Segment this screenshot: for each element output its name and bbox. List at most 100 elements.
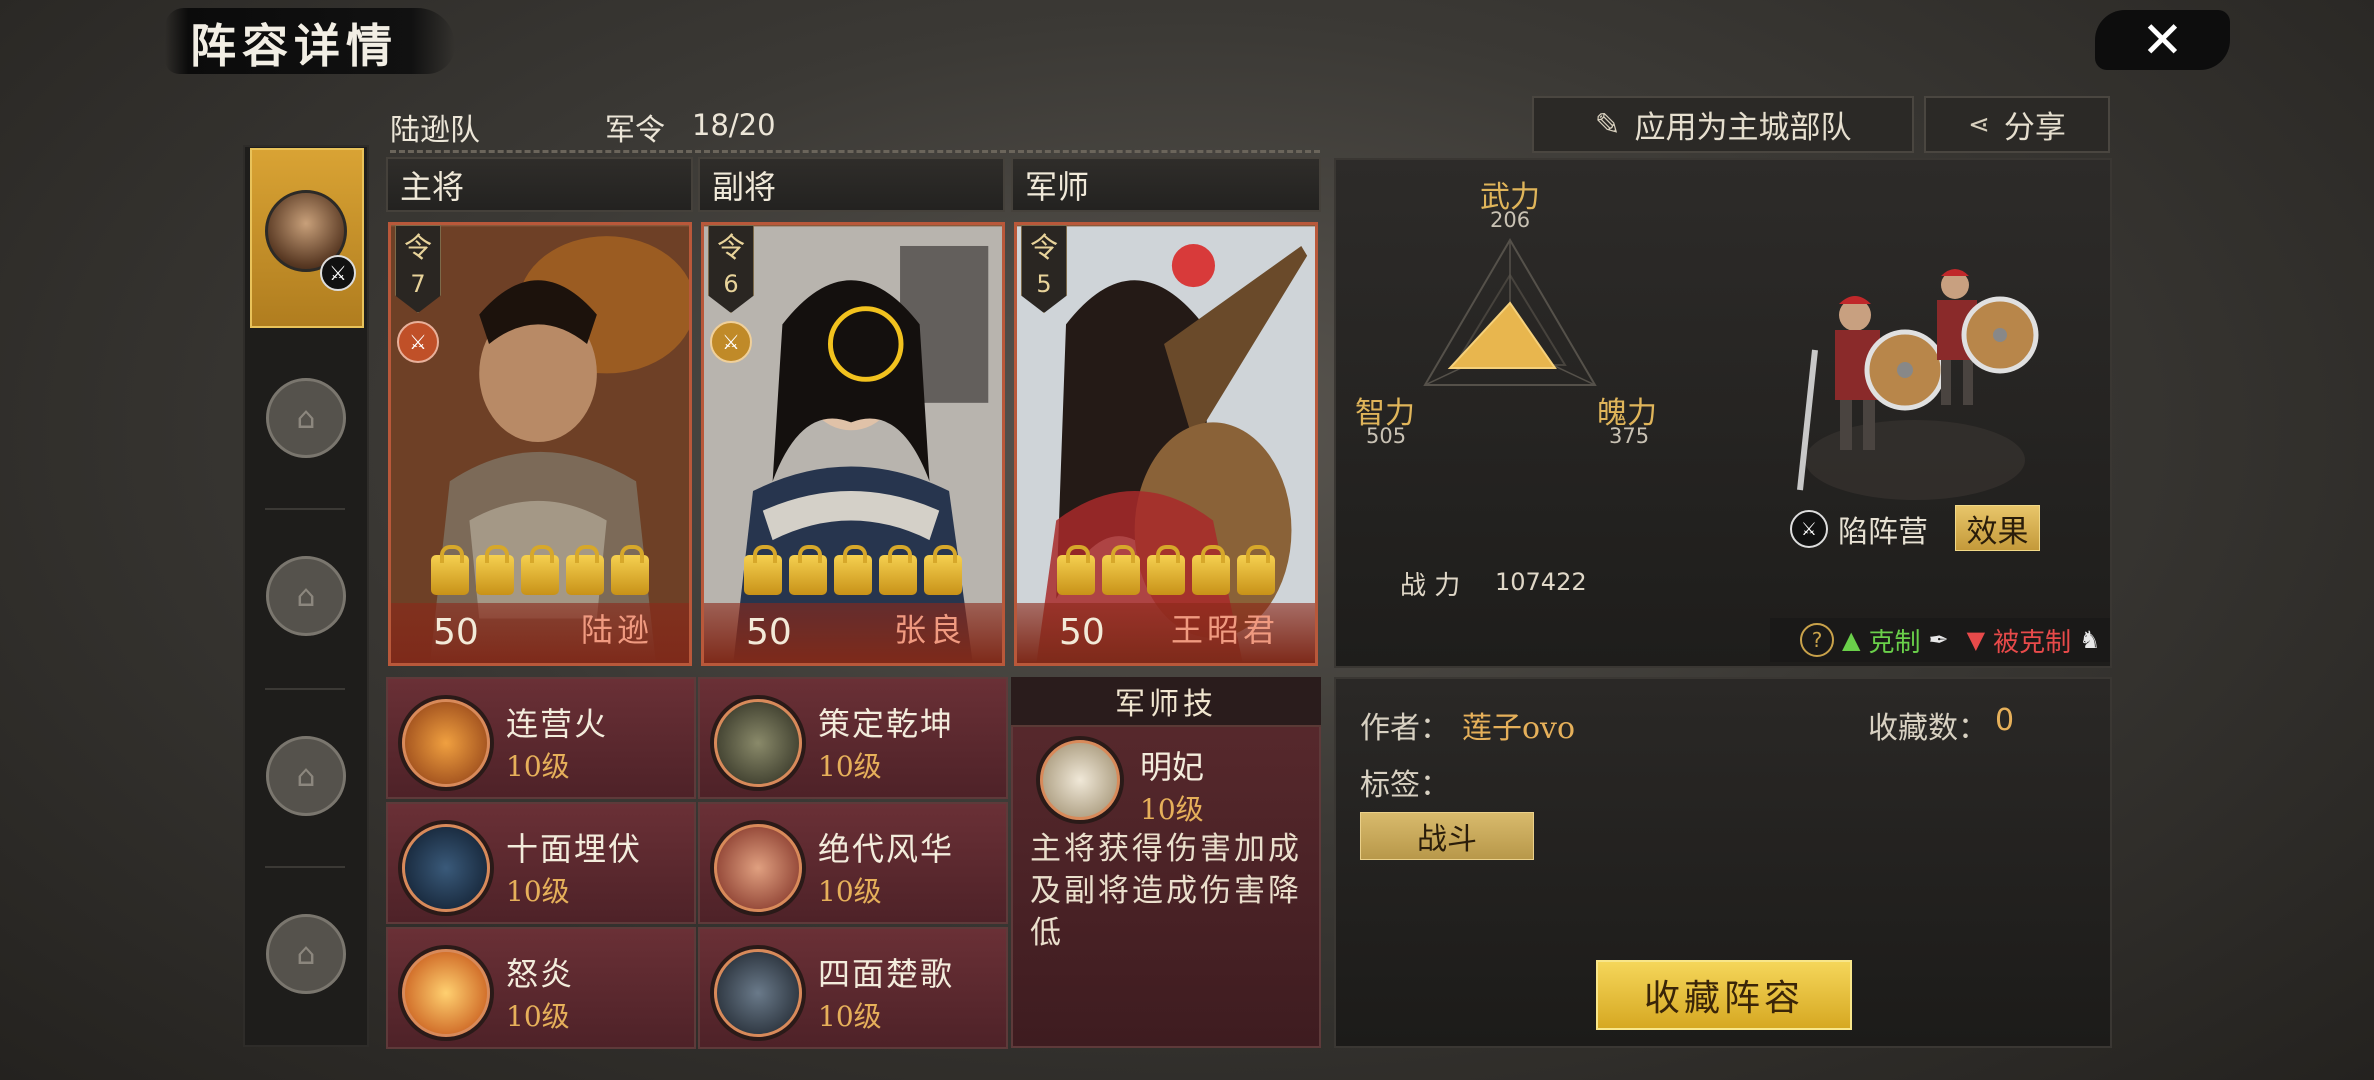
empty-slot-lock-icon[interactable]: ⌂	[266, 736, 346, 816]
strategist-skill-level: 10级	[1140, 793, 1204, 826]
cost-flag: 令 7	[395, 225, 441, 313]
cost-value: 7	[410, 270, 426, 298]
cost-flag-label: 令	[716, 231, 745, 264]
star-locks	[431, 545, 649, 595]
star-lock-icon	[1057, 545, 1095, 595]
skill-level: 10级	[818, 1000, 882, 1033]
page-title: 阵容详情	[190, 19, 398, 73]
hero-card-main[interactable]: 令 7 ⚔ 50 陆逊	[388, 222, 692, 666]
force-value: 206	[1490, 208, 1531, 232]
cost-flag-label: 令	[403, 231, 432, 264]
star-lock-icon	[566, 545, 604, 595]
star-lock-icon	[834, 545, 872, 595]
strategist-skill-icon	[1040, 740, 1120, 820]
troop-name: 陷阵营	[1838, 515, 1928, 550]
hero-name: 陆逊	[580, 611, 653, 649]
siege-song-skill-icon	[714, 949, 802, 1037]
troop-type-icon: ⚔	[320, 255, 356, 291]
skill-name: 四面楚歌	[818, 955, 955, 993]
troop-type-icon: ⚔	[1790, 510, 1828, 548]
hero-level: 50	[746, 612, 792, 653]
empty-slot-lock-icon[interactable]: ⌂	[266, 556, 346, 636]
hero-level: 50	[433, 612, 479, 653]
star-lock-icon	[431, 545, 469, 595]
slot-divider	[265, 508, 345, 510]
favorite-count-value: 0	[1995, 703, 2015, 738]
empty-slot-lock-icon[interactable]: ⌂	[266, 914, 346, 994]
hero-card-strategist[interactable]: 令 5 50 王昭君	[1014, 222, 1318, 666]
skill-slot[interactable]: 十面埋伏 10级	[386, 802, 696, 924]
cavalry-icon: ♞	[2079, 626, 2101, 654]
skill-level: 10级	[506, 1000, 570, 1033]
sword-icon: ⚔	[397, 321, 439, 363]
countered-label: 被克制	[1993, 627, 2072, 658]
skill-name: 十面埋伏	[506, 830, 643, 868]
counters-label: 克制	[1868, 627, 1921, 658]
counter-down-arrow-icon: ▼	[1966, 626, 1986, 654]
strategist-skill-description: 主将获得伤害加成及副将造成伤害降低	[1030, 831, 1302, 951]
slot-divider	[265, 688, 345, 690]
author-value: 莲子ovo	[1462, 711, 1576, 746]
star-lock-icon	[1192, 545, 1230, 595]
star-locks	[1057, 545, 1275, 595]
cost-flag: 令 5	[1021, 225, 1067, 313]
strategist-skill-header: 军师技	[1011, 677, 1321, 727]
role-tab-vice: 副将	[698, 157, 1005, 212]
beauty-skill-icon	[714, 824, 802, 912]
skill-level: 10级	[506, 750, 570, 783]
cost-value: 5	[1036, 270, 1052, 298]
cost-flag: 令 6	[708, 225, 754, 313]
troop-effect-button[interactable]: 效果	[1955, 505, 2040, 551]
apply-main-city-button[interactable]: ✎ 应用为主城部队	[1532, 96, 1914, 153]
apply-label: 应用为主城部队	[1634, 110, 1852, 146]
skill-name: 连营火	[506, 705, 609, 743]
help-icon[interactable]: ?	[1800, 623, 1834, 657]
star-lock-icon	[1102, 545, 1140, 595]
sword-icon: ⚔	[710, 321, 752, 363]
stat-radar-chart	[1423, 238, 1597, 386]
power-label: 战 力	[1400, 571, 1461, 601]
strategy-skill-icon	[714, 699, 802, 787]
role-tab-main: 主将	[386, 157, 693, 212]
spirit-value: 375	[1609, 424, 1650, 448]
spear-icon: ✒	[1928, 626, 1949, 654]
empty-slot-lock-icon[interactable]: ⌂	[266, 378, 346, 458]
favorite-lineup-button[interactable]: 收藏阵容	[1596, 960, 1852, 1030]
hero-card-vice[interactable]: 令 6 ⚔ 50 张良	[701, 222, 1005, 666]
skill-slot[interactable]: 绝代风华 10级	[698, 802, 1008, 924]
share-icon: ⋖	[1968, 109, 1990, 140]
hero-level: 50	[1059, 612, 1105, 653]
close-icon: ✕	[2141, 11, 2184, 69]
slot-divider	[265, 866, 345, 868]
tags-label: 标签：	[1360, 768, 1450, 803]
favorite-count-label: 收藏数：	[1868, 711, 1988, 746]
star-lock-icon	[879, 545, 917, 595]
skill-slot[interactable]: 四面楚歌 10级	[698, 927, 1008, 1049]
author-label: 作者：	[1360, 711, 1450, 746]
share-button[interactable]: ⋖ 分享	[1924, 96, 2110, 153]
star-lock-icon	[744, 545, 782, 595]
star-lock-icon	[1237, 545, 1275, 595]
skill-level: 10级	[818, 875, 882, 908]
hero-name: 王昭君	[1170, 611, 1279, 649]
strategist-skill-name: 明妃	[1140, 748, 1205, 786]
role-tab-strategist: 军师	[1011, 157, 1321, 212]
skill-name: 策定乾坤	[818, 705, 955, 743]
star-lock-icon	[1147, 545, 1185, 595]
tag-chip[interactable]: 战斗	[1360, 812, 1534, 860]
counter-up-arrow-icon: ▲	[1842, 626, 1861, 654]
ambush-skill-icon	[402, 824, 490, 912]
skill-slot[interactable]: 连营火 10级	[386, 677, 696, 799]
star-lock-icon	[521, 545, 559, 595]
counter-bar: ? ▲ 克制 ✒ ▼ 被克制 ♞	[1770, 618, 2110, 662]
skill-name: 绝代风华	[818, 830, 955, 868]
cost-value: 6	[723, 270, 739, 298]
share-label: 分享	[2003, 110, 2066, 146]
troop-illustration	[1797, 269, 2039, 500]
skill-level: 10级	[506, 875, 570, 908]
header-divider	[390, 150, 1320, 153]
close-button[interactable]: ✕	[2095, 10, 2230, 70]
skill-slot[interactable]: 策定乾坤 10级	[698, 677, 1008, 799]
flame-skill-icon	[402, 949, 490, 1037]
skill-slot[interactable]: 怒炎 10级	[386, 927, 696, 1049]
